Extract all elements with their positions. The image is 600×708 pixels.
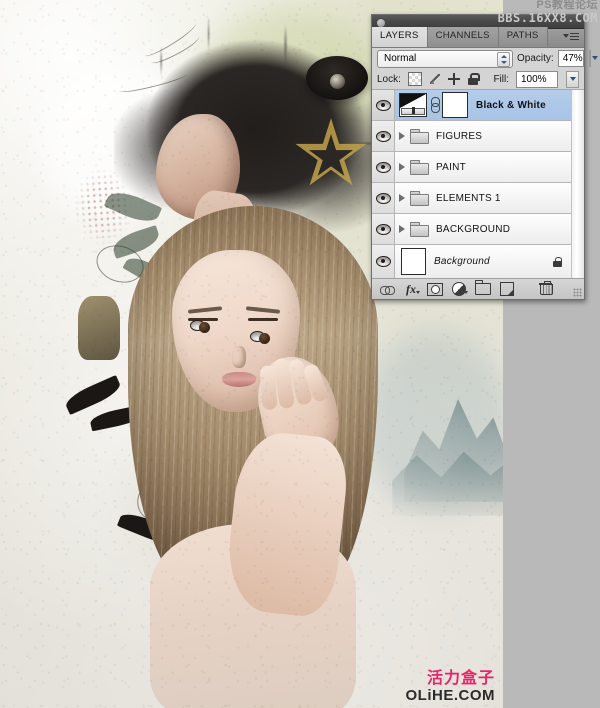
layer-name[interactable]: BACKGROUND [436,224,510,235]
lock-transparent-pixels-icon[interactable] [407,72,422,86]
blend-mode-value: Normal [384,53,417,64]
group-expand-arrow-icon[interactable] [395,132,408,140]
mask-icon [427,282,443,296]
watermark-bottom: 活力盒子 OLiHE.COM [406,671,496,704]
fx-icon: fx [406,281,416,296]
folder-icon [410,160,429,175]
opacity-label: Opacity: [517,53,554,64]
chevron-down-icon [416,291,420,294]
table-row[interactable]: Background [372,245,584,278]
lock-row[interactable]: Lock: Fill: 100% [372,69,584,90]
layer-visibility-toggle[interactable] [372,90,395,120]
watermark-bottom-en: OLiHE.COM [405,687,495,705]
layer-visibility-toggle[interactable] [372,121,395,151]
table-row[interactable]: BACKGROUND [372,214,584,245]
hamburger-icon [570,33,579,42]
eye-icon [375,161,391,173]
lock-label: Lock: [377,73,401,85]
layer-style-button[interactable]: fx [399,280,423,298]
chevron-up-icon [500,54,507,58]
layer-thumbnail-background[interactable] [401,248,426,275]
layer-thumbnail-black-white[interactable] [399,93,427,117]
chevron-down-icon [464,291,468,294]
layer-visibility-toggle[interactable] [372,245,395,278]
folder-icon [410,222,429,237]
group-expand-arrow-icon[interactable] [395,225,408,233]
new-page-icon [500,282,514,296]
layer-name[interactable]: Black & White [476,100,546,111]
watermark-top-cn: PS教程论坛 [536,0,598,11]
layers-panel[interactable]: LAYERS CHANNELS PATHS Normal Opacity: 47… [371,14,599,300]
new-group-button[interactable] [471,280,495,298]
group-expand-arrow-icon[interactable] [395,194,408,202]
lock-image-pixels-icon[interactable] [429,73,441,85]
layer-name[interactable]: FIGURES [436,131,482,142]
layer-list-scrollbar[interactable] [571,90,584,278]
panel-footer-toolbar[interactable]: fx [372,279,584,299]
panel-tab-bar[interactable]: LAYERS CHANNELS PATHS [372,27,584,48]
eye-icon [375,130,391,142]
blend-mode-select[interactable]: Normal [377,49,513,68]
eye-icon [375,256,391,267]
table-row[interactable]: FIGURES [372,121,584,152]
lock-all-icon[interactable] [467,73,480,85]
eye-icon [375,99,391,111]
opacity-dropdown-icon[interactable] [588,50,599,67]
chevron-down-icon [500,60,507,64]
tab-channels[interactable]: CHANNELS [427,27,499,47]
link-icon [379,285,395,295]
opacity-input[interactable]: 47% [557,50,584,67]
group-expand-arrow-icon[interactable] [395,163,408,171]
chevron-down-icon [563,34,569,38]
link-icon[interactable] [430,97,440,113]
lock-position-icon[interactable] [447,73,460,85]
watermark-bottom-cn: 活力盒子 [426,670,495,688]
panel-resize-grip[interactable] [573,288,582,297]
delete-layer-button[interactable] [533,280,557,298]
layer-name[interactable]: PAINT [436,162,466,173]
table-row[interactable]: ELEMENTS 1 [372,183,584,214]
layer-name[interactable]: ELEMENTS 1 [436,193,501,204]
panel-menu-icon[interactable] [563,32,579,43]
layer-locked-icon [553,256,562,267]
folder-icon [410,129,429,144]
lock-icon-group[interactable] [407,72,487,86]
gradient-thumbnail [400,94,426,108]
link-layers-button[interactable] [375,280,399,298]
layer-visibility-toggle[interactable] [372,183,395,213]
layer-mask-thumbnail[interactable] [442,92,468,118]
layer-list[interactable]: Black & White FIGURES PAINT ELEMENTS 1 B… [372,90,584,279]
folder-icon [410,191,429,206]
blend-mode-row[interactable]: Normal Opacity: 47% [372,48,599,69]
watermark-top: PS教程论坛 BBS.16XX8.COM [498,0,598,24]
tab-layers[interactable]: LAYERS [372,27,428,47]
eye-icon [375,192,391,204]
table-row[interactable]: PAINT [372,152,584,183]
fill-dropdown-icon[interactable] [566,70,579,88]
layer-visibility-toggle[interactable] [372,152,395,182]
folder-icon [475,280,491,295]
new-layer-button[interactable] [495,280,519,298]
trash-icon [538,281,553,295]
table-row[interactable]: Black & White [372,90,584,121]
tab-paths[interactable]: PATHS [498,27,548,47]
watermark-top-en: BBS.16XX8.COM [497,10,598,25]
add-layer-mask-button[interactable] [423,280,447,298]
layer-name[interactable]: Background [434,256,490,267]
blend-mode-stepper[interactable] [497,51,510,67]
new-adjustment-layer-button[interactable] [447,280,471,298]
eye-icon [375,223,391,235]
fill-input[interactable]: 100% [516,70,558,88]
layer-visibility-toggle[interactable] [372,214,395,244]
fill-label: Fill: [493,73,509,85]
thumbnail-slider [401,107,425,115]
